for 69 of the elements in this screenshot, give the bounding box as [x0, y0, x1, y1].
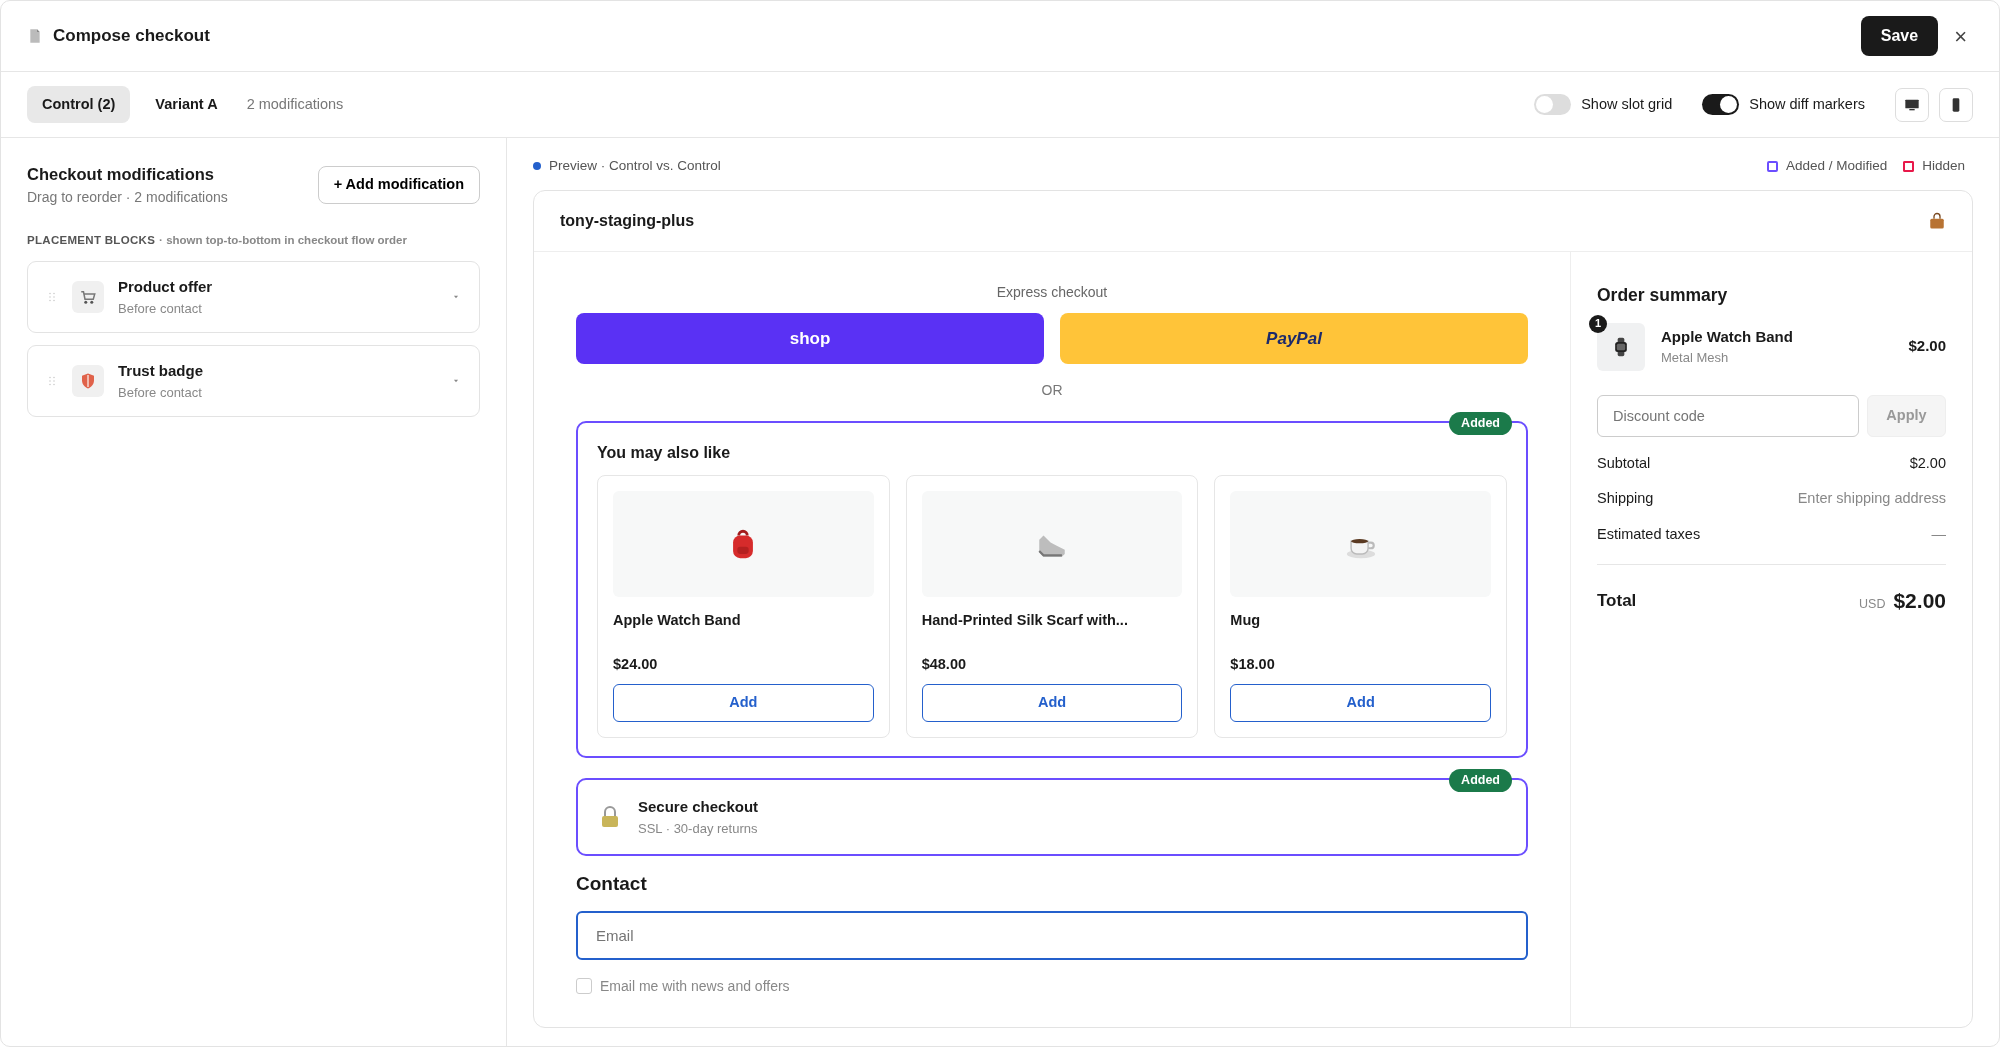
section-label: PLACEMENT BLOCKS	[27, 232, 156, 248]
legend-label: Added / Modified	[1785, 157, 1888, 175]
item-price: $2.00	[1908, 336, 1946, 357]
toggle-switch[interactable]	[1702, 94, 1740, 115]
toggle-label: Show diff markers	[1749, 94, 1865, 114]
trust-subtitle: SSL · 30-day returns	[638, 819, 759, 838]
cart-icon	[79, 288, 97, 306]
shield-icon	[79, 372, 97, 390]
legend-label: Hidden	[1922, 157, 1965, 175]
panel-subtitle: Drag to reorder · 2 modifications	[27, 187, 228, 207]
express-checkout-label: Express checkout	[995, 283, 1109, 303]
summary-label: Estimated taxes	[1597, 525, 1701, 544]
currency-code: USD	[1859, 595, 1886, 613]
preview-label: Preview · Control vs. Control	[549, 157, 721, 175]
discount-field[interactable]: Discount code	[1597, 394, 1859, 437]
document-icon	[27, 27, 43, 45]
modification-count: 2 modifications	[246, 94, 344, 114]
store-name: tony-staging-plus	[560, 211, 696, 232]
add-button[interactable]: Add	[613, 684, 874, 722]
block-title: Trust badge	[118, 361, 204, 381]
item-name: Apple Watch Band	[1661, 326, 1794, 347]
email-field[interactable]: Email	[576, 910, 1528, 960]
section-note: · shown top-to-bottom in checkout flow order	[159, 232, 407, 248]
add-button[interactable]: Add	[921, 684, 1183, 722]
checkbox[interactable]	[576, 978, 592, 994]
toggle-label: Show slot grid	[1581, 94, 1673, 114]
summary-label: Shipping	[1597, 489, 1654, 509]
summary-value: —	[1931, 525, 1946, 544]
save-button[interactable]: Save	[1860, 16, 1939, 56]
checkbox-label: Email me with news and offers	[600, 976, 790, 996]
contact-heading: Contact	[576, 872, 648, 896]
block-subtitle: Before contact	[118, 299, 203, 318]
item-variant: Metal Mesh	[1661, 349, 1730, 367]
device-button[interactable]	[1939, 87, 1973, 122]
product-price: $18.00	[1230, 655, 1276, 675]
summary-value: Enter shipping address	[1797, 489, 1946, 509]
product-name: Apple Watch Band	[613, 611, 742, 631]
summary-label: Subtotal	[1597, 453, 1651, 473]
added-badge: Added	[1449, 412, 1512, 435]
placement-block[interactable]: Trust badge Before contact	[27, 345, 480, 417]
variant-tab[interactable]: Control (2)	[27, 85, 131, 124]
shop-pay-button[interactable]: shop	[576, 313, 1044, 365]
variant-tab[interactable]: Variant A	[140, 85, 233, 124]
product-price: $48.00	[921, 655, 968, 675]
block-title: Product offer	[118, 277, 214, 297]
quantity-badge: 1	[1589, 314, 1607, 333]
add-modification-button[interactable]: + Add modification	[317, 166, 480, 204]
add-button[interactable]: Add	[1230, 684, 1491, 722]
device-button[interactable]	[1895, 87, 1929, 122]
close-button[interactable]: ×	[1948, 19, 1973, 53]
panel-title: Checkout modifications	[27, 164, 216, 185]
summary-value: $2.00	[1909, 453, 1946, 473]
added-badge: Added	[1449, 769, 1512, 792]
product-name: Mug	[1230, 611, 1262, 631]
window-title: Compose checkout	[53, 25, 210, 48]
status-dot	[533, 162, 541, 171]
summary-title: Order summary	[1597, 284, 1729, 308]
placement-block[interactable]: Product offer Before contact	[27, 261, 480, 333]
section-title: You may also like	[597, 443, 732, 464]
product-price: $24.00	[613, 655, 659, 675]
toggle-switch[interactable]	[1534, 94, 1572, 115]
product-name: Hand-Printed Silk Scarf with...	[921, 611, 1129, 631]
paypal-button[interactable]: PayPal	[1060, 313, 1528, 365]
total-value: $2.00	[1893, 587, 1946, 614]
handbag-icon	[1928, 212, 1946, 231]
block-subtitle: Before contact	[118, 383, 203, 402]
trust-title: Secure checkout	[638, 797, 759, 817]
total-label: Total	[1597, 589, 1637, 612]
or-divider-text: OR	[1040, 381, 1064, 401]
